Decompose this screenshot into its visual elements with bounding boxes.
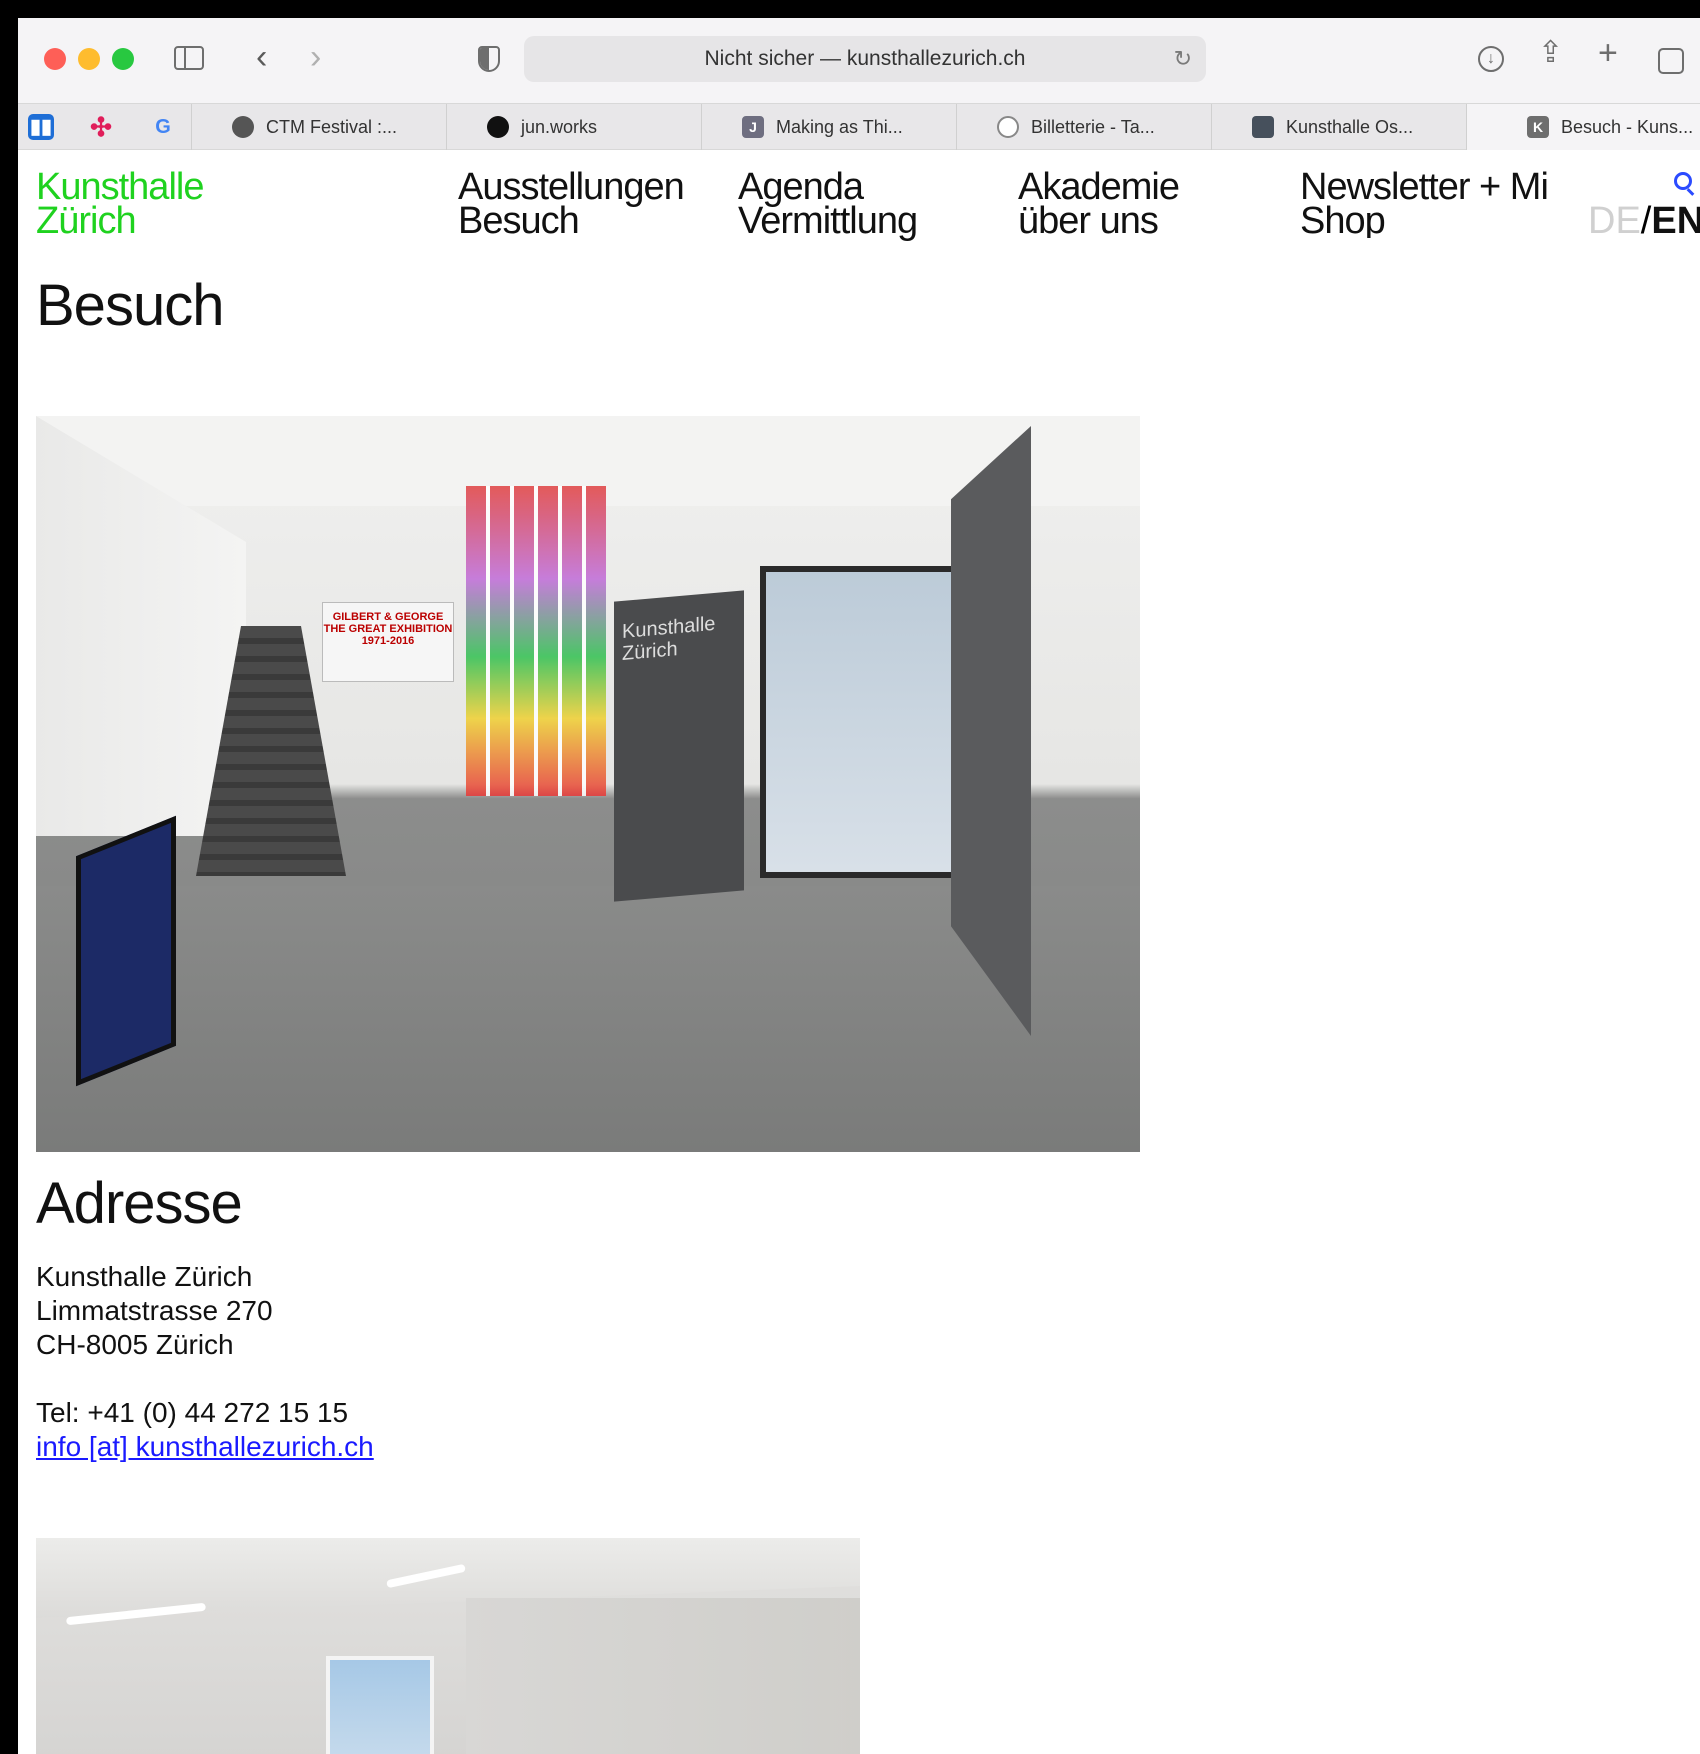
trello-icon[interactable]: ▮▮ [28, 114, 54, 140]
reload-icon[interactable]: ↻ [1174, 46, 1192, 72]
browser-window: ‹ › Nicht sicher — kunsthallezurich.ch ↻… [18, 18, 1700, 1754]
tab-jun-works[interactable]: jun.works [446, 104, 701, 150]
photo-window [326, 1656, 434, 1754]
tab-making-as[interactable]: J Making as Thi... [701, 104, 956, 150]
nav-column-4: Newsletter + Mi Shop [1300, 170, 1570, 238]
address-heading: Adresse [36, 1171, 243, 1236]
jun-icon [487, 116, 509, 138]
photo-wall [466, 1598, 860, 1754]
photo-poster-wall [466, 486, 606, 796]
site-header: Kunsthalle Zürich Ausstellungen Besuch A… [18, 150, 1700, 260]
maximize-window-button[interactable] [112, 48, 134, 70]
slack-icon[interactable]: ✣ [88, 114, 114, 140]
j-letter-icon: J [742, 116, 764, 138]
tab-overview-icon[interactable] [1658, 48, 1684, 74]
share-icon[interactable]: ⇪ [1538, 38, 1563, 68]
web-page: Kunsthalle Zürich Ausstellungen Besuch A… [18, 150, 1700, 1754]
exhibition-room-photo [36, 1538, 860, 1754]
language-switcher: DE/EN [1588, 202, 1700, 240]
privacy-shield-icon[interactable] [478, 46, 500, 72]
close-window-button[interactable] [44, 48, 66, 70]
nav-column-2: Agenda Vermittlung [738, 168, 918, 240]
address-bar-text: Nicht sicher — kunsthallezurich.ch [704, 47, 1026, 70]
new-tab-icon[interactable]: + [1598, 36, 1618, 70]
telephone: Tel: +41 (0) 44 272 15 15 [36, 1397, 349, 1428]
lang-en-link[interactable]: EN [1651, 200, 1700, 242]
lang-de-link[interactable]: DE [1588, 200, 1641, 242]
address-bar[interactable]: Nicht sicher — kunsthallezurich.ch ↻ [524, 36, 1206, 82]
address-line: Limmatstrasse 270 [36, 1295, 273, 1326]
entrance-hall-photo: GILBERT & GEORGE THE GREAT EXHIBITION 19… [36, 416, 1140, 1152]
logo-line-1: Kunsthalle [36, 166, 204, 208]
photo-exhibition-sign: GILBERT & GEORGE THE GREAT EXHIBITION 19… [322, 602, 454, 682]
photo-screen [76, 815, 176, 1087]
minimize-window-button[interactable] [78, 48, 100, 70]
google-icon[interactable]: G [150, 114, 176, 140]
image-icon [1252, 116, 1274, 138]
nav-link-vermittlung[interactable]: Vermittlung [738, 202, 918, 240]
nav-column-1: Ausstellungen Besuch [458, 168, 685, 240]
photo-door-text: Kunsthalle Zürich [622, 612, 716, 665]
nav-link-ausstellungen[interactable]: Ausstellungen [458, 168, 685, 206]
nav-column-3: Akademie über uns [1018, 168, 1180, 240]
tab-label: jun.works [521, 117, 598, 137]
tab-label: CTM Festival :... [266, 117, 398, 137]
tab-ctm-festival[interactable]: CTM Festival :... [191, 104, 446, 150]
photo-dark-door: Kunsthalle Zürich [614, 590, 744, 902]
k-letter-icon: K [1527, 116, 1549, 138]
page-title: Besuch [36, 273, 224, 338]
site-logo[interactable]: Kunsthalle Zürich [36, 166, 204, 242]
tab-label: Besuch - Kuns... [1561, 117, 1694, 137]
tab-label: Making as Thi... [776, 117, 903, 137]
tab-kunsthalle-os[interactable]: Kunsthalle Os... [1211, 104, 1466, 150]
photo-window [760, 566, 972, 878]
nav-link-newsletter[interactable]: Newsletter + Mi [1300, 170, 1570, 206]
tab-billetterie[interactable]: Billetterie - Ta... [956, 104, 1211, 150]
photo-sign-text: GILBERT & GEORGE THE GREAT EXHIBITION 19… [323, 611, 453, 647]
tab-besuch-active[interactable]: K Besuch - Kuns... [1466, 104, 1700, 150]
forward-icon[interactable]: › [310, 40, 321, 74]
tab-label: Kunsthalle Os... [1286, 117, 1414, 137]
logo-line-2: Zürich [36, 200, 137, 242]
sidebar-toggle-icon[interactable] [174, 46, 204, 70]
nav-link-agenda[interactable]: Agenda [738, 168, 917, 206]
nav-link-ueber-uns[interactable]: über uns [1018, 202, 1179, 240]
globe-icon [232, 116, 254, 138]
back-icon[interactable]: ‹ [256, 40, 267, 74]
lang-separator: / [1640, 200, 1652, 242]
spiral-icon [997, 116, 1019, 138]
tab-bar: ▮▮ ✣ G CTM Festival :... jun.works J Mak… [18, 103, 1700, 150]
address-block: Kunsthalle Zürich Limmatstrasse 270 CH-8… [36, 1260, 273, 1362]
search-icon[interactable] [1674, 172, 1692, 190]
tab-label: Billetterie - Ta... [1031, 117, 1155, 137]
address-line: CH-8005 Zürich [36, 1329, 234, 1360]
browser-toolbar: ‹ › Nicht sicher — kunsthallezurich.ch ↻… [18, 18, 1700, 103]
download-icon[interactable]: ↓ [1478, 46, 1504, 72]
email-link[interactable]: info [at] kunsthallezurich.ch [36, 1430, 374, 1464]
nav-link-besuch[interactable]: Besuch [458, 202, 684, 240]
address-line: Kunsthalle Zürich [36, 1261, 253, 1292]
nav-link-shop[interactable]: Shop [1300, 202, 1570, 238]
nav-link-akademie[interactable]: Akademie [1018, 168, 1180, 206]
